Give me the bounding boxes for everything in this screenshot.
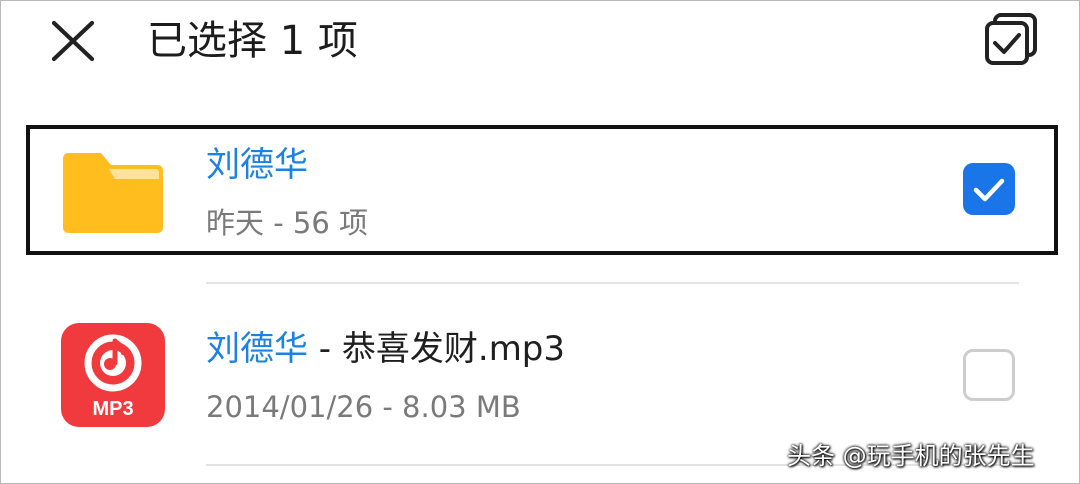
mp3-icon-label: MP3 (92, 398, 133, 420)
item-name-rest: - 恭喜发财.mp3 (308, 329, 566, 369)
folder-icon (61, 147, 165, 235)
list-item-folder[interactable]: 刘德华 昨天 - 56 项 (1, 125, 1079, 259)
item-name: 刘德华 - 恭喜发财.mp3 (206, 327, 565, 371)
select-all-icon (985, 13, 1037, 65)
mp3-file-icon: MP3 (61, 323, 165, 427)
item-checkbox-checked[interactable] (963, 163, 1015, 215)
item-name-highlight: 刘德华 (206, 329, 308, 369)
checkmark-icon (973, 178, 1005, 202)
item-name-highlight: 刘德华 (206, 145, 308, 185)
page-title: 已选择 1 项 (147, 18, 358, 64)
close-button[interactable] (45, 15, 101, 67)
file-selection-screen: 已选择 1 项 刘德华 昨天 - 56 项 MP3 刘德华 - 恭喜发财.mp3… (0, 0, 1080, 484)
item-name: 刘德华 (206, 143, 308, 187)
list-item-mp3[interactable]: MP3 刘德华 - 恭喜发财.mp3 2014/01/26 - 8.03 MB (1, 307, 1079, 457)
item-meta: 2014/01/26 - 8.03 MB (206, 390, 521, 424)
item-meta: 昨天 - 56 项 (206, 206, 369, 240)
watermark-text: 头条 @玩手机的张先生 (787, 442, 1035, 470)
item-checkbox-unchecked[interactable] (963, 349, 1015, 401)
divider (206, 282, 1019, 284)
select-all-button[interactable] (981, 11, 1041, 69)
close-icon (51, 20, 95, 62)
